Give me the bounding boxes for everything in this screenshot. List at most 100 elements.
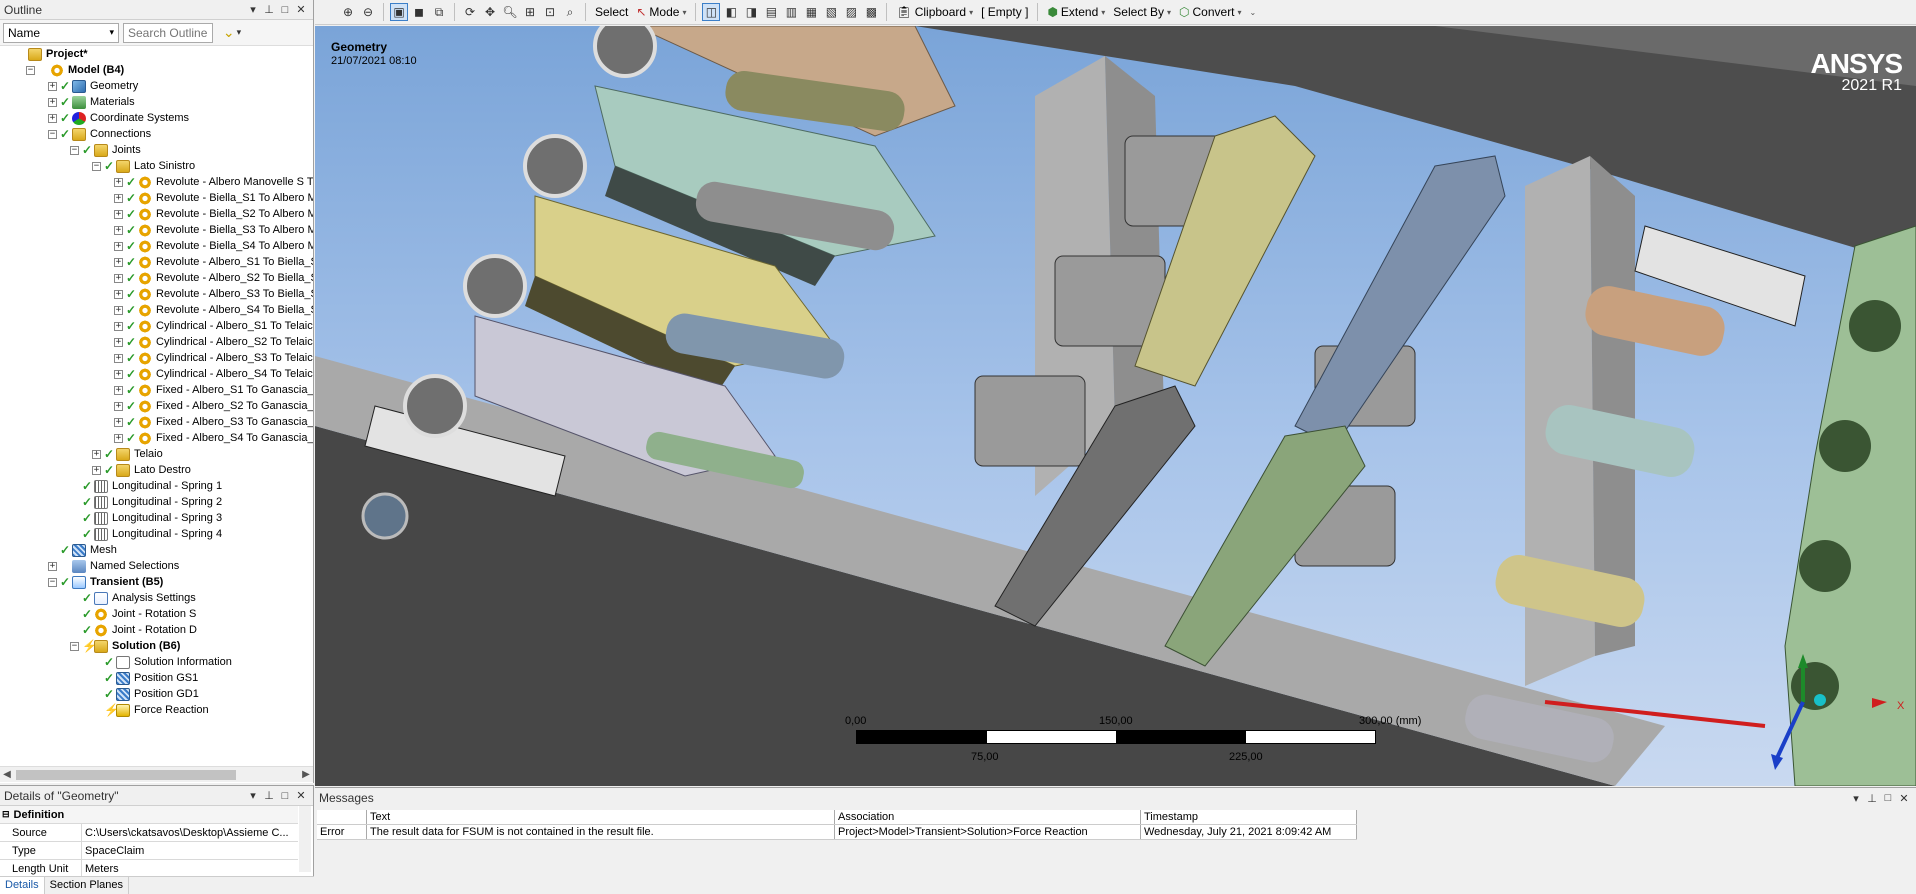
tree-item[interactable]: + ✓ Coordinate Systems: [48, 110, 189, 126]
maximize-icon[interactable]: □: [1880, 792, 1896, 804]
expand-icon[interactable]: +: [114, 433, 123, 443]
expand-icon[interactable]: +: [92, 449, 101, 459]
tree-item[interactable]: + ✓ Revolute - Albero_S2 To Biella_S: [114, 270, 313, 286]
pin-icon[interactable]: ⊥: [1864, 792, 1880, 805]
details-value[interactable]: SpaceClaim: [82, 845, 298, 857]
expand-icon[interactable]: +: [48, 81, 57, 91]
tab-details[interactable]: Details: [0, 877, 45, 894]
tab-section-planes[interactable]: Section Planes: [45, 877, 130, 894]
tree-item[interactable]: + ✓ Fixed - Albero_S1 To Ganascia_: [114, 382, 313, 398]
close-icon[interactable]: ✕: [1896, 792, 1912, 805]
tree-item[interactable]: ✓ Analysis Settings: [70, 590, 196, 606]
tree-item[interactable]: − ✓ Joints: [70, 142, 141, 158]
tree-item[interactable]: + ✓ Revolute - Biella_S1 To Albero M: [114, 190, 313, 206]
outline-horizontal-scrollbar[interactable]: ◀ ▶: [0, 766, 313, 782]
expand-icon[interactable]: +: [114, 225, 123, 235]
expand-icon[interactable]: +: [114, 385, 123, 395]
solid-view-icon[interactable]: ◼: [410, 3, 428, 21]
convert-button[interactable]: ⬡ Convert ▾: [1176, 5, 1245, 19]
expand-icon[interactable]: +: [48, 113, 57, 123]
select-button[interactable]: Select: [592, 5, 631, 19]
collapse-icon[interactable]: −: [92, 161, 101, 171]
tree-item[interactable]: − ✓ Connections: [48, 126, 151, 142]
zoom-out-icon[interactable]: ⊖: [359, 3, 377, 21]
close-icon[interactable]: ✕: [293, 3, 309, 16]
details-section-definition[interactable]: ⊟ Definition: [0, 806, 298, 824]
dropdown-icon[interactable]: ▾: [245, 789, 261, 802]
maximize-icon[interactable]: □: [277, 790, 293, 802]
expand-icon[interactable]: +: [114, 305, 123, 315]
tree-item[interactable]: ✓ Joint - Rotation D: [70, 622, 197, 638]
multi-view-icon[interactable]: ⧉: [430, 3, 448, 21]
tree-item[interactable]: + ✓ Revolute - Biella_S2 To Albero M: [114, 206, 313, 222]
tree-item[interactable]: ✓ Longitudinal - Spring 1: [70, 478, 222, 494]
select-all-icon[interactable]: ▩: [862, 3, 880, 21]
select-by-button[interactable]: Select By ▾: [1110, 5, 1174, 19]
tree-item[interactable]: + ✓ Revolute - Albero_S3 To Biella_S: [114, 286, 313, 302]
tree-item[interactable]: − ✓ Transient (B5): [48, 574, 163, 590]
column-header[interactable]: Timestamp: [1141, 810, 1357, 824]
expand-icon[interactable]: +: [114, 177, 123, 187]
tree-item[interactable]: + ✓ Fixed - Albero_S4 To Ganascia_: [114, 430, 313, 446]
tree-item[interactable]: ✓ Longitudinal - Spring 3: [70, 510, 222, 526]
select-mesh-icon[interactable]: ▨: [842, 3, 860, 21]
expand-icon[interactable]: +: [114, 257, 123, 267]
zoom-in-icon[interactable]: ⊕: [339, 3, 357, 21]
pin-icon[interactable]: ⊥: [261, 3, 277, 16]
scroll-right-icon[interactable]: ▶: [299, 769, 313, 780]
extend-button[interactable]: ⬢ Extend ▾: [1044, 5, 1108, 19]
expand-icon[interactable]: +: [114, 209, 123, 219]
tree-item[interactable]: ✓ Joint - Rotation S: [70, 606, 196, 622]
select-vertex-icon[interactable]: ◫: [702, 3, 721, 21]
select-body-icon[interactable]: ▤: [762, 3, 780, 21]
collapse-icon[interactable]: −: [70, 641, 79, 651]
tree-item[interactable]: + Named Selections: [48, 558, 179, 574]
details-value[interactable]: Meters: [82, 863, 298, 875]
geometry-model[interactable]: [315, 26, 1916, 786]
expand-icon[interactable]: +: [48, 97, 57, 107]
tree-item[interactable]: Project*: [4, 46, 88, 62]
expand-icon[interactable]: +: [92, 465, 101, 475]
box-zoom-icon[interactable]: ⊞: [521, 3, 539, 21]
graphics-viewport[interactable]: Geometry 21/07/2021 08:10 ANSYS 2021 R1 …: [315, 26, 1916, 786]
zoom-icon[interactable]: 🔍︎: [501, 3, 519, 21]
tree-item[interactable]: + ✓ Cylindrical - Albero_S2 To Telaic: [114, 334, 313, 350]
search-outline-input[interactable]: [123, 22, 213, 43]
details-value[interactable]: C:\Users\ckatsavos\Desktop\Assieme C...: [82, 827, 298, 839]
tree-item[interactable]: + ✓ Cylindrical - Albero_S3 To Telaic: [114, 350, 313, 366]
tree-item[interactable]: + ✓ Fixed - Albero_S3 To Ganascia_: [114, 414, 313, 430]
details-row[interactable]: Source C:\Users\ckatsavos\Desktop\Assiem…: [0, 824, 298, 842]
scrollbar-thumb[interactable]: [16, 769, 236, 780]
column-header[interactable]: [317, 810, 367, 824]
column-header[interactable]: Association: [835, 810, 1141, 824]
tree-item[interactable]: ✓ Longitudinal - Spring 2: [70, 494, 222, 510]
tree-item[interactable]: + ✓ Revolute - Biella_S4 To Albero M: [114, 238, 313, 254]
tree-item[interactable]: − ✓ Lato Sinistro: [92, 158, 195, 174]
message-row[interactable]: Error The result data for FSUM is not co…: [317, 825, 1357, 840]
tree-item[interactable]: ✓ Longitudinal - Spring 4: [70, 526, 222, 542]
mode-button[interactable]: ↖ Mode ▾: [633, 5, 689, 19]
collapse-icon[interactable]: −: [48, 129, 57, 139]
clipboard-button[interactable]: 📋︎ Clipboard ▾: [893, 5, 976, 19]
pan-icon[interactable]: ✥: [481, 3, 499, 21]
expand-icon[interactable]: +: [114, 273, 123, 283]
collapse-icon[interactable]: −: [48, 577, 57, 587]
expand-icon[interactable]: +: [48, 561, 57, 571]
details-row[interactable]: Type SpaceClaim: [0, 842, 298, 860]
tree-item[interactable]: + ✓ Telaio: [92, 446, 163, 462]
tree-item[interactable]: + ✓ Geometry: [48, 78, 138, 94]
tree-item[interactable]: ✓ Mesh: [48, 542, 117, 558]
tree-item[interactable]: ⚡ Force Reaction: [92, 702, 209, 718]
zoom-fit-icon[interactable]: ⊡: [541, 3, 559, 21]
tree-item[interactable]: − ⚡ Solution (B6): [70, 638, 180, 654]
expand-icon[interactable]: +: [114, 193, 123, 203]
expand-icon[interactable]: +: [114, 321, 123, 331]
tree-item[interactable]: + ✓ Revolute - Albero_S4 To Biella_S: [114, 302, 313, 318]
select-element-face-icon[interactable]: ▧: [822, 3, 840, 21]
collapse-icon[interactable]: −: [70, 145, 79, 155]
scroll-left-icon[interactable]: ◀: [0, 769, 14, 780]
select-edge-icon[interactable]: ◧: [722, 3, 740, 21]
close-icon[interactable]: ✕: [293, 789, 309, 802]
tree-item[interactable]: ✓ Solution Information: [92, 654, 232, 670]
tree-item[interactable]: + ✓ Cylindrical - Albero_S4 To Telaic: [114, 366, 313, 382]
